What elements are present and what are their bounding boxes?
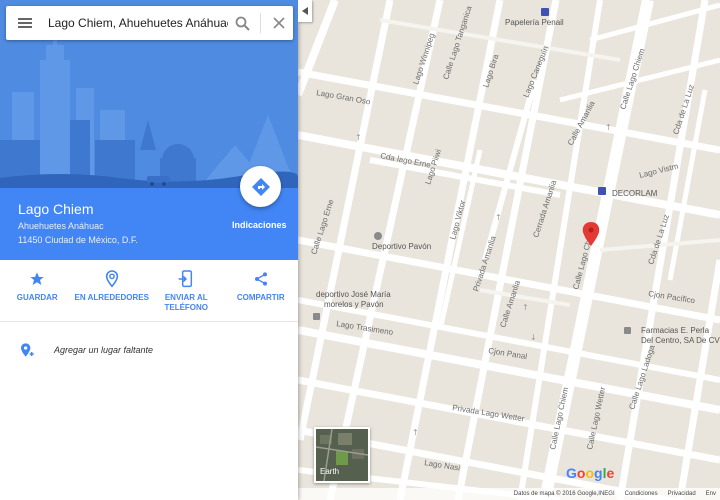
poi-label: Farmacias E. Perla [641, 326, 710, 335]
add-location-icon [21, 343, 34, 357]
svg-text:↑: ↑ [355, 133, 362, 142]
search-icon [235, 16, 250, 31]
park-icon [374, 232, 382, 240]
svg-text:↑: ↑ [605, 123, 612, 132]
clear-search-button[interactable] [265, 6, 293, 40]
privacy-link[interactable]: Privacidad [668, 491, 696, 497]
share-button[interactable]: COMPARTIR [224, 260, 299, 321]
shopping-bag-icon [541, 8, 549, 16]
directions-icon [251, 177, 270, 196]
nearby-icon [105, 270, 118, 288]
action-bar: GUARDAR EN ALREDEDORES ENVIAR AL TELÉFON… [0, 260, 298, 322]
svg-text:↑: ↑ [522, 303, 529, 312]
share-icon [254, 272, 267, 286]
nearby-label: EN ALREDEDORES [74, 293, 149, 302]
svg-text:↓: ↓ [530, 333, 537, 342]
add-missing-place-label: Agregar un lugar faltante [54, 345, 154, 355]
shopping-bag-icon [598, 187, 606, 195]
search-input[interactable]: Lago Chiem, Ahuehuetes Anáhuac [44, 16, 228, 30]
poi-label: morelos y Pavón [324, 300, 384, 309]
send-to-phone-icon [178, 270, 193, 288]
chevron-left-icon [302, 7, 308, 15]
poi-label: Del Centro, SA De CV [641, 336, 720, 345]
map-data-attribution: Datos de mapa © 2016 Google,INEGI [513, 491, 615, 497]
place-address-line1: Ahuehuetes Anáhuac [18, 221, 104, 231]
menu-button[interactable] [6, 6, 44, 40]
earth-label: Earth [320, 467, 340, 476]
svg-text:↑: ↑ [495, 213, 502, 222]
feedback-link[interactable]: Env [706, 491, 716, 497]
collapse-panel-button[interactable] [298, 0, 312, 22]
directions-button[interactable] [240, 166, 281, 207]
earth-view-toggle[interactable]: Earth [314, 427, 370, 483]
place-panel: Lago Chiem, Ahuehuetes Anáhuac Lago Chie… [0, 0, 298, 500]
shop-icon [624, 327, 631, 334]
hamburger-menu-icon [18, 18, 32, 28]
place-title: Lago Chiem [18, 201, 94, 217]
divider [260, 13, 261, 33]
search-button[interactable] [228, 6, 256, 40]
close-icon [273, 17, 285, 29]
search-box[interactable]: Lago Chiem, Ahuehuetes Anáhuac [6, 6, 293, 40]
poi-label: Papelería Penail [505, 18, 564, 27]
poi-label: Deportivo Pavón [372, 242, 431, 251]
save-button[interactable]: GUARDAR [0, 260, 75, 321]
nearby-button[interactable]: EN ALREDEDORES [75, 260, 150, 321]
svg-text:↑: ↑ [412, 428, 419, 437]
terms-link[interactable]: Condiciones [625, 491, 658, 497]
add-missing-place-button[interactable]: Agregar un lugar faltante [0, 336, 298, 364]
park-icon [313, 313, 320, 320]
share-label: COMPARTIR [236, 293, 285, 302]
send-to-phone-label: ENVIAR AL TELÉFONO [164, 293, 209, 312]
poi-label: DECORLAM [612, 189, 658, 198]
map-footer: Datos de mapa © 2016 Google,INEGI Condic… [298, 488, 720, 500]
google-logo: Google [566, 465, 615, 481]
place-address-line2: 11450 Ciudad de México, D.F. [18, 235, 138, 245]
directions-label[interactable]: Indicaciones [232, 220, 287, 230]
save-label: GUARDAR [16, 293, 58, 302]
send-to-phone-button[interactable]: ENVIAR AL TELÉFONO [149, 260, 224, 321]
poi-label: deportivo José María [316, 290, 391, 299]
star-icon [30, 272, 44, 285]
